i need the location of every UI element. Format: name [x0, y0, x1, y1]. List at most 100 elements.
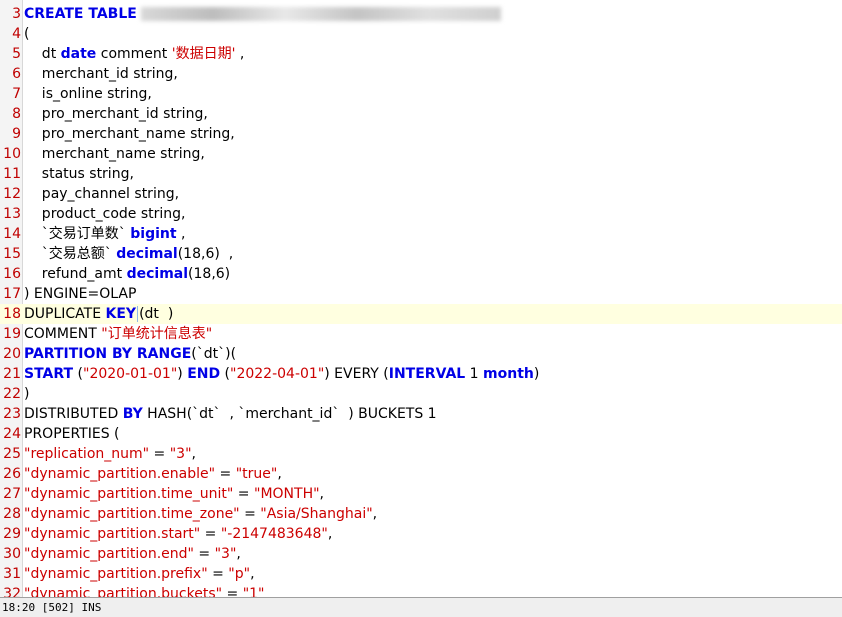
- code-token: =: [215, 466, 236, 482]
- code-line[interactable]: 15 `交易总额` decimal(18,6) ,: [0, 244, 842, 264]
- code-line[interactable]: 8 pro_merchant_id string,: [0, 104, 842, 124]
- code-line[interactable]: 13 product_code string,: [0, 204, 842, 224]
- code-line[interactable]: 7 is_online string,: [0, 84, 842, 104]
- line-code: "dynamic_partition.time_unit" = "MONTH",: [24, 484, 324, 504]
- line-number: 7: [12, 86, 21, 102]
- line-code: (: [24, 24, 29, 44]
- code-line[interactable]: 14 `交易订单数` bigint ,: [0, 224, 842, 244]
- code-token: HASH(`dt` , `merchant_id` ) BUCKETS 1: [142, 406, 437, 422]
- string-token: "订单统计信息表": [101, 326, 213, 342]
- code-line[interactable]: 26 "dynamic_partition.enable" = "true",: [0, 464, 842, 484]
- code-line[interactable]: 16 refund_amt decimal(18,6): [0, 264, 842, 284]
- string-token: "3": [169, 446, 192, 462]
- cursor-position: 18:20: [2, 601, 36, 614]
- code-line[interactable]: 23 DISTRIBUTED BY HASH(`dt` , `merchant_i…: [0, 404, 842, 424]
- code-line[interactable]: 12 pay_channel string,: [0, 184, 842, 204]
- line-number: 8: [12, 106, 21, 122]
- code-token: (: [24, 26, 30, 42]
- code-line[interactable]: 17) ENGINE=OLAP: [0, 284, 842, 304]
- line-code: refund_amt decimal(18,6): [24, 264, 230, 284]
- code-line[interactable]: 24 PROPERTIES (: [0, 424, 842, 444]
- code-line[interactable]: 4(: [0, 24, 842, 44]
- line-number: 5: [12, 46, 21, 62]
- status-text: 18:20 [502] INS: [2, 600, 101, 616]
- line-code: pro_merchant_id string,: [24, 104, 208, 124]
- code-token: 1: [465, 366, 484, 382]
- code-token: comment: [96, 46, 172, 62]
- code-line[interactable]: 29 "dynamic_partition.start" = "-21474836…: [0, 524, 842, 544]
- code-line[interactable]: 22): [0, 384, 842, 404]
- string-token: "replication_num": [24, 446, 150, 462]
- code-token: DISTRIBUTED: [24, 406, 123, 422]
- line-code: "dynamic_partition.enable" = "true",: [24, 464, 282, 484]
- code-line[interactable]: 11 status string,: [0, 164, 842, 184]
- code-line[interactable]: 30 "dynamic_partition.end" = "3",: [0, 544, 842, 564]
- code-line[interactable]: 31 "dynamic_partition.prefix" = "p",: [0, 564, 842, 584]
- line-number: 25: [3, 446, 21, 462]
- code-token: ) ENGINE=OLAP: [24, 286, 137, 302]
- code-token: (dt ): [139, 306, 174, 322]
- code-token: PROPERTIES (: [24, 426, 120, 442]
- string-token: "dynamic_partition.start": [24, 526, 201, 542]
- code-line[interactable]: 9 pro_merchant_name string,: [0, 124, 842, 144]
- code-token: =: [207, 566, 229, 582]
- string-token: "Asia/Shanghai": [260, 506, 373, 522]
- string-token: "dynamic_partition.prefix": [24, 566, 208, 582]
- code-token: ) EVERY (: [324, 366, 389, 382]
- code-line[interactable]: 25 "replication_num" = "3",: [0, 444, 842, 464]
- insert-mode: INS: [81, 601, 102, 614]
- line-code: pro_merchant_name string,: [24, 124, 235, 144]
- line-number: 6: [12, 66, 21, 82]
- code-token: DUPLICATE: [24, 306, 106, 322]
- code-line[interactable]: 21 START ("2020-01-01") END ("2022-04-01"…: [0, 364, 842, 384]
- code-line[interactable]: 27 "dynamic_partition.time_unit" = "MONTH…: [0, 484, 842, 504]
- line-code: "dynamic_partition.end" = "3",: [24, 544, 241, 564]
- line-number: 11: [3, 166, 21, 182]
- code-token: (: [220, 366, 231, 382]
- code-token: dt: [24, 46, 61, 62]
- code-line[interactable]: 32 "dynamic_partition.buckets" = "1": [0, 584, 842, 597]
- line-code: "dynamic_partition.buckets" = "1": [24, 584, 265, 597]
- code-token: is_online string,: [24, 86, 152, 102]
- line-code: "dynamic_partition.start" = "-2147483648…: [24, 524, 332, 544]
- line-number: 30: [3, 546, 21, 562]
- string-token: '数据日期': [171, 46, 236, 62]
- line-number: 20: [3, 346, 21, 362]
- code-token: COMMENT: [24, 326, 102, 342]
- code-line[interactable]: 10 merchant_name string,: [0, 144, 842, 164]
- line-number: 4: [12, 26, 21, 42]
- keyword-token: bigint: [130, 226, 177, 242]
- line-code: merchant_name string,: [24, 144, 205, 164]
- string-token: "2022-04-01": [230, 366, 325, 382]
- code-token: (`dt`)(: [191, 346, 237, 362]
- code-line[interactable]: 19 COMMENT "订单统计信息表": [0, 324, 842, 344]
- string-token: "dynamic_partition.time_zone": [24, 506, 240, 522]
- line-code: "dynamic_partition.time_zone" = "Asia/Sh…: [24, 504, 377, 524]
- code-token: ): [177, 366, 188, 382]
- line-number: 32: [3, 586, 21, 597]
- code-token: =: [193, 546, 215, 562]
- char-count: [502]: [41, 601, 75, 614]
- sql-editor[interactable]: 3 CREATE TABLE 4(5 dt date comment '数据日期' …: [0, 0, 842, 597]
- code-token: =: [222, 586, 243, 597]
- code-token: ,: [327, 526, 333, 542]
- line-number: 12: [3, 186, 21, 202]
- code-line[interactable]: 20 PARTITION BY RANGE(`dt`)(: [0, 344, 842, 364]
- code-line[interactable]: 28 "dynamic_partition.time_zone" = "Asia/…: [0, 504, 842, 524]
- code-token: ,: [236, 546, 241, 562]
- string-token: "dynamic_partition.buckets": [24, 586, 223, 597]
- code-line[interactable]: 5 dt date comment '数据日期' ,: [0, 44, 842, 64]
- line-code: pay_channel string,: [24, 184, 179, 204]
- line-code: product_code string,: [24, 204, 186, 224]
- code-line[interactable]: 18 DUPLICATE KEY (dt ): [0, 304, 842, 324]
- code-line[interactable]: 6 merchant_id string,: [0, 64, 842, 84]
- line-code: PROPERTIES (: [24, 424, 120, 444]
- code-token: product_code string,: [24, 206, 186, 222]
- code-lines[interactable]: 3 CREATE TABLE 4(5 dt date comment '数据日期' …: [0, 4, 842, 597]
- line-number: 21: [3, 366, 21, 382]
- code-token: `交易总额`: [24, 246, 117, 262]
- code-line[interactable]: 3 CREATE TABLE: [0, 4, 842, 24]
- code-token: (: [73, 366, 84, 382]
- code-token: ,: [277, 466, 282, 482]
- code-token: pro_merchant_id string,: [24, 106, 208, 122]
